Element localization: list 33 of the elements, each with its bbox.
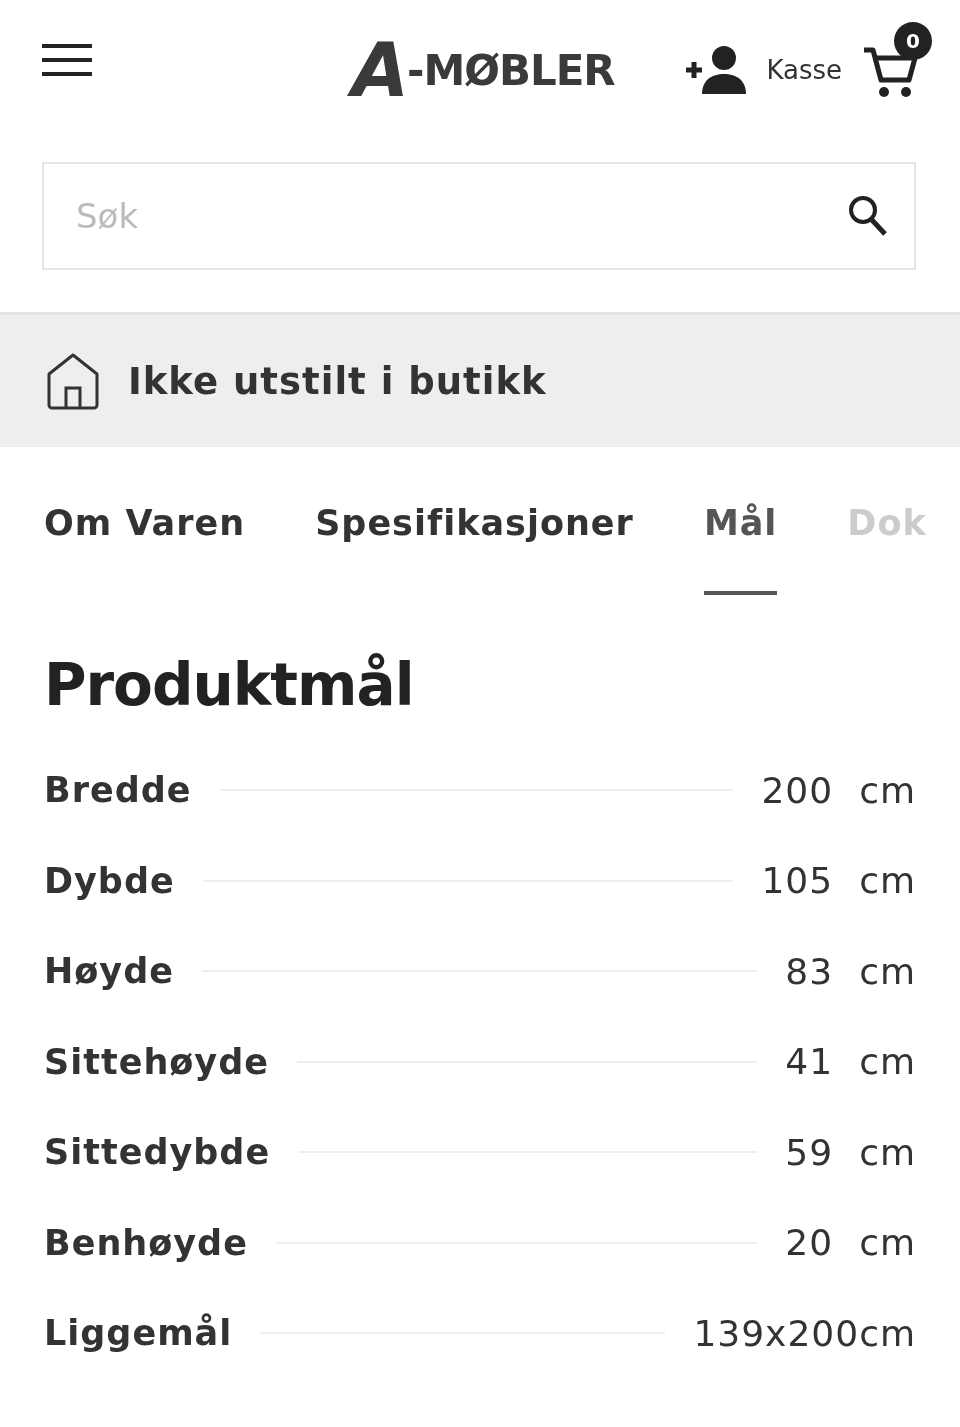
search-icon[interactable] bbox=[848, 195, 888, 237]
cart-count-badge: 0 bbox=[894, 22, 932, 60]
dimension-unit: cm bbox=[859, 1041, 916, 1083]
dimension-label: Høyde bbox=[44, 951, 174, 992]
dimension-label: Benhøyde bbox=[44, 1222, 248, 1263]
dimension-value: 59 bbox=[785, 1131, 834, 1173]
tab[interactable]: Om Varen bbox=[44, 491, 246, 595]
dimension-unit: cm bbox=[859, 1131, 916, 1173]
banner-text: Ikke utstilt i butikk bbox=[128, 359, 547, 403]
dimension-unit: cm bbox=[859, 1222, 916, 1264]
dimension-value: 200 bbox=[761, 769, 834, 811]
section-title: Produktmål bbox=[44, 651, 415, 719]
dimension-value: 139x200cm bbox=[693, 1312, 916, 1354]
house-icon bbox=[46, 352, 100, 410]
menu-icon[interactable] bbox=[42, 42, 92, 78]
search-field[interactable]: Søk bbox=[42, 162, 916, 270]
dimension-value: 83 bbox=[785, 950, 834, 992]
dimension-unit: cm bbox=[859, 860, 916, 902]
tab[interactable]: Spesifikasjoner bbox=[315, 491, 634, 595]
dimension-unit: cm bbox=[859, 950, 916, 992]
dimension-label: Dybde bbox=[44, 860, 175, 901]
logo-text[interactable]: -MØBLER bbox=[406, 45, 615, 95]
add-user-icon[interactable] bbox=[684, 44, 747, 96]
dimension-label: Sittedybde bbox=[44, 1132, 271, 1173]
dimension-value: 20 bbox=[785, 1222, 834, 1264]
dimension-value: 41 bbox=[785, 1041, 834, 1083]
dimension-unit: cm bbox=[859, 769, 916, 811]
dimension-value: 105 bbox=[761, 860, 834, 902]
dimension-label: Bredde bbox=[44, 770, 192, 811]
dimension-label: Liggemål bbox=[44, 1313, 233, 1354]
dimension-label: Sittehøyde bbox=[44, 1041, 269, 1082]
tab[interactable]: Mål bbox=[703, 491, 778, 595]
checkout-label[interactable]: Kasse bbox=[766, 55, 842, 85]
